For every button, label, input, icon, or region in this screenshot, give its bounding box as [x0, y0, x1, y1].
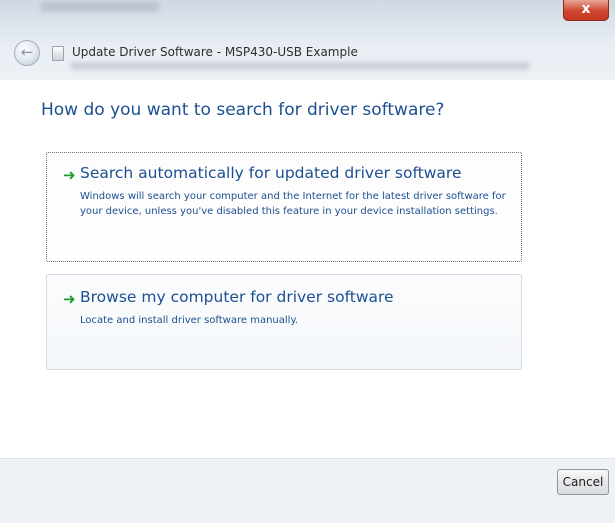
green-arrow-icon: ➜: [63, 166, 76, 184]
title-bar-blur: [40, 2, 160, 12]
option-title: Search automatically for updated driver …: [80, 164, 462, 182]
cancel-button[interactable]: Cancel: [557, 469, 609, 495]
back-arrow-icon: ←: [20, 43, 34, 61]
option-description: Windows will search your computer and th…: [80, 191, 506, 217]
dialog-content: How do you want to search for driver sof…: [0, 80, 615, 458]
title-bar-blur: [70, 62, 530, 70]
option-description: Locate and install driver software manua…: [80, 315, 299, 326]
option-title: Browse my computer for driver software: [80, 288, 394, 306]
close-button[interactable]: x: [563, 0, 609, 21]
page-title: How do you want to search for driver sof…: [41, 100, 445, 120]
search-automatically-option[interactable]: ➜ Search automatically for updated drive…: [46, 152, 522, 262]
dialog-footer: Cancel: [0, 458, 615, 523]
device-icon: [52, 46, 64, 61]
window-title: Update Driver Software - MSP430-USB Exam…: [72, 45, 358, 59]
green-arrow-icon: ➜: [63, 290, 76, 308]
browse-computer-option[interactable]: ➜ Browse my computer for driver software…: [46, 274, 522, 370]
title-bar: x ← Update Driver Software - MSP430-USB …: [0, 0, 615, 80]
back-button[interactable]: ←: [14, 40, 40, 66]
